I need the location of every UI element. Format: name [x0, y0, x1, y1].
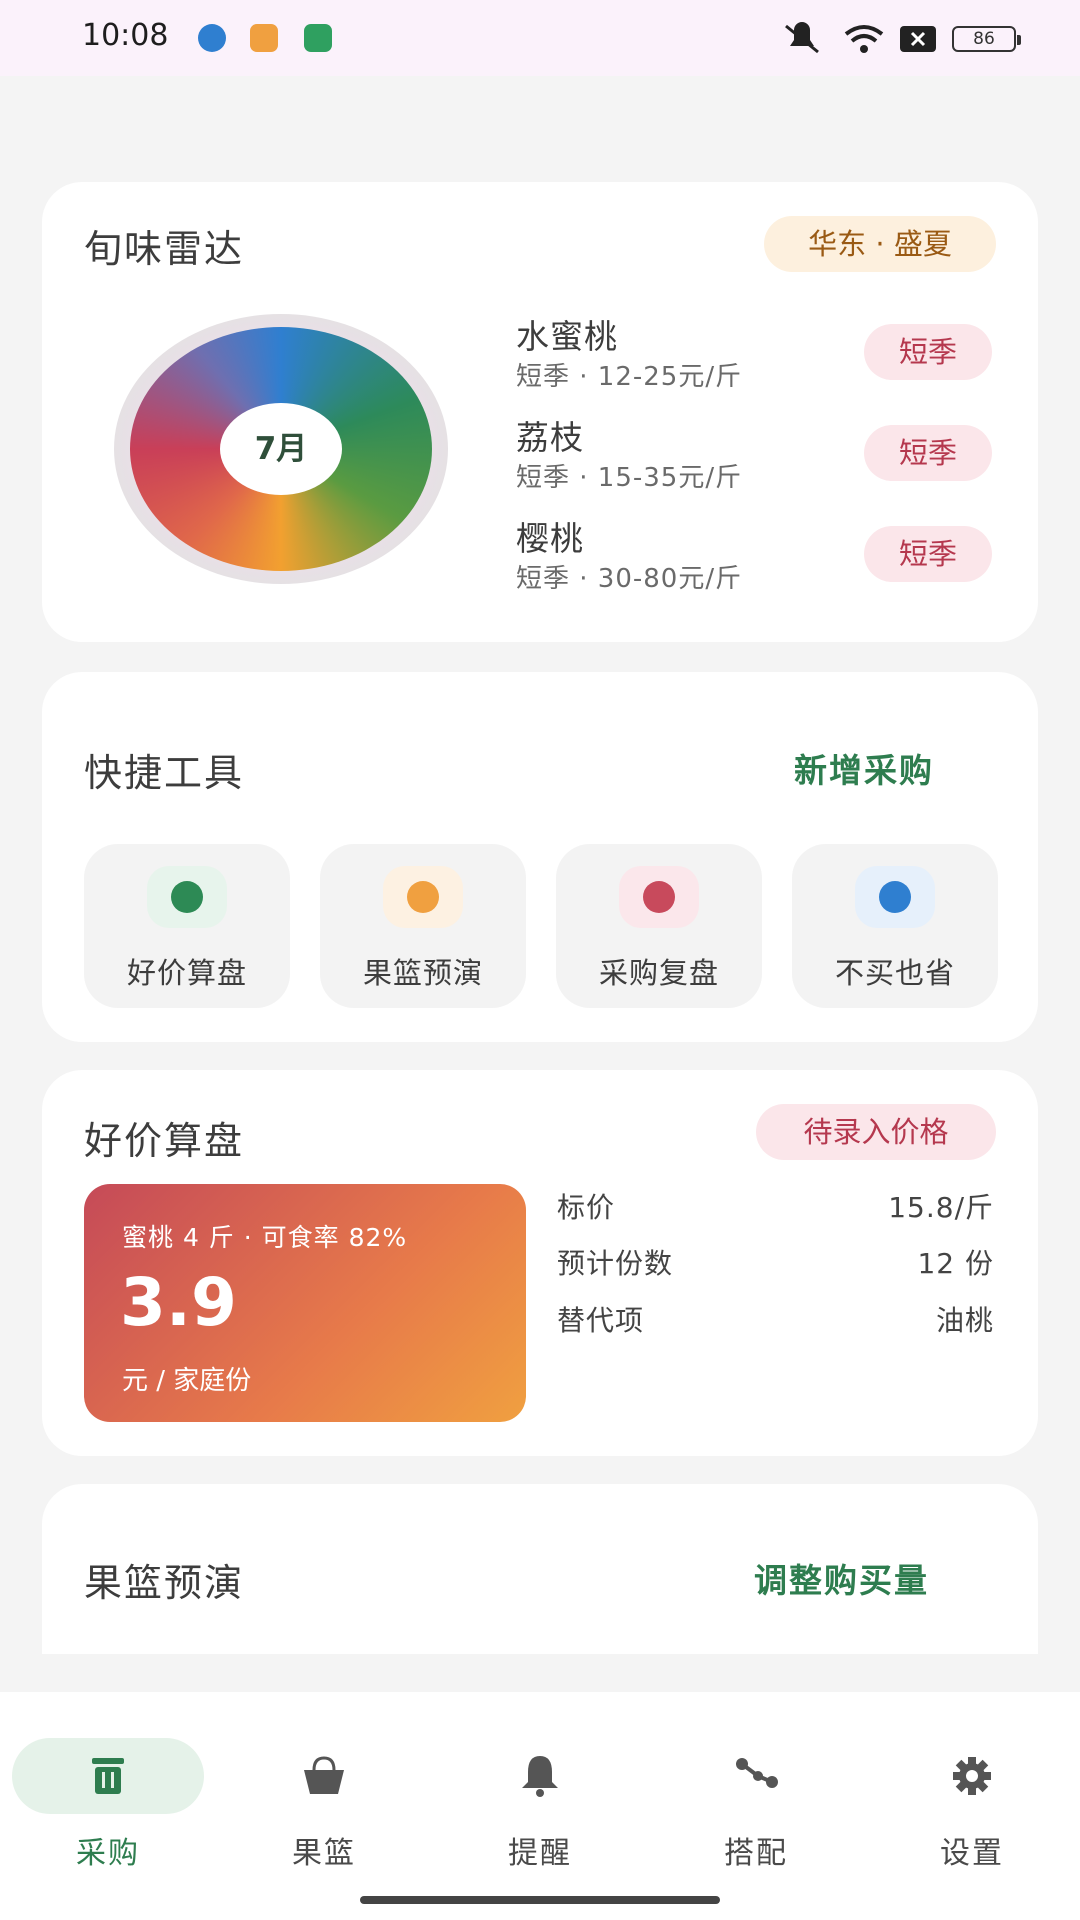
blue-dot-icon [879, 881, 911, 913]
status-bar: 10:08 86 [0, 0, 1080, 76]
status-time: 10:08 [82, 18, 169, 53]
tool-icon-bg [855, 866, 935, 928]
status-app-icon-3 [304, 24, 332, 52]
nav-label: 搭配 [724, 1836, 788, 1871]
nav-item-reminder[interactable]: 提醒 [432, 1710, 648, 1871]
price-calc-title: 好价算盘 [84, 1119, 245, 1163]
value-list-price: 15.8/斤 [888, 1191, 994, 1224]
bell-icon [522, 1756, 558, 1797]
trash-bin-icon [92, 1758, 124, 1794]
season-radar-card: 旬味雷达 华东 · 盛夏 7月 水蜜桃 短季 · 12-25元/斤 短季 荔枝 … [42, 182, 1038, 642]
basket-title: 果篮预演 [84, 1561, 245, 1605]
quick-tools-card: 快捷工具 新增采购 好价算盘 果篮预演 采购复盘 不买也省 [42, 672, 1038, 1042]
nav-item-pairing[interactable]: 搭配 [648, 1710, 864, 1871]
nav-label: 果篮 [292, 1836, 356, 1871]
basket-icon [304, 1756, 344, 1794]
tool-icon-bg [619, 866, 699, 928]
tool-icon-bg [147, 866, 227, 928]
short-season-tag: 短季 [864, 425, 992, 481]
tool-price-calculator[interactable]: 好价算盘 [84, 844, 290, 1008]
basket-preview-card: 果篮预演 调整购买量 [42, 1484, 1038, 1654]
tool-basket-preview[interactable]: 果篮预演 [320, 844, 526, 1008]
adjust-quantity-link[interactable]: 调整购买量 [754, 1554, 929, 1602]
nav-label: 提醒 [508, 1836, 572, 1871]
value-servings: 12 份 [917, 1247, 994, 1280]
bottom-navigation: 采购 果篮 提醒 搭配 设置 [0, 1692, 1080, 1920]
add-purchase-link[interactable]: 新增采购 [794, 744, 934, 792]
nav-item-basket[interactable]: 果篮 [216, 1710, 432, 1871]
orange-dot-icon [407, 881, 439, 913]
green-dot-icon [171, 881, 203, 913]
nav-item-purchase[interactable]: 采购 [0, 1710, 216, 1871]
battery-indicator: 86 [952, 26, 1021, 52]
region-season-badge[interactable]: 华东 · 盛夏 [764, 216, 996, 272]
price-box-subtitle: 蜜桃 4 斤 · 可食率 82% [122, 1223, 408, 1252]
mute-icon [785, 22, 819, 54]
value-alternative: 油桃 [935, 1304, 994, 1337]
price-per-serving: 3.9 [120, 1264, 237, 1341]
home-indicator[interactable] [360, 1896, 720, 1904]
fruit-meta: 短季 · 12-25元/斤 [516, 362, 743, 392]
price-unit: 元 / 家庭份 [122, 1366, 252, 1396]
fruit-meta: 短季 · 15-35元/斤 [516, 463, 743, 493]
radar-title: 旬味雷达 [84, 227, 245, 271]
wifi-icon [844, 25, 884, 53]
per-serving-price-box[interactable]: 蜜桃 4 斤 · 可食率 82% 3.9 元 / 家庭份 [84, 1184, 526, 1422]
tool-label: 不买也省 [834, 956, 955, 990]
short-season-tag: 短季 [864, 324, 992, 380]
tool-icon-bg [383, 866, 463, 928]
tool-skip-and-save[interactable]: 不买也省 [792, 844, 998, 1008]
short-season-tag: 短季 [864, 526, 992, 582]
quick-tools-title: 快捷工具 [84, 751, 245, 795]
price-calculator-card: 好价算盘 待录入价格 蜜桃 4 斤 · 可食率 82% 3.9 元 / 家庭份 … [42, 1070, 1038, 1456]
tool-purchase-review[interactable]: 采购复盘 [556, 844, 762, 1008]
label-list-price: 标价 [557, 1191, 616, 1224]
status-app-icon-2 [250, 24, 278, 52]
pending-price-badge[interactable]: 待录入价格 [756, 1104, 996, 1160]
fruit-name: 水蜜桃 [516, 317, 618, 356]
nav-label: 设置 [940, 1836, 1004, 1871]
month-label: 7月 [220, 403, 342, 495]
nav-item-settings[interactable]: 设置 [864, 1710, 1080, 1871]
fruit-meta: 短季 · 30-80元/斤 [516, 564, 743, 594]
tool-label: 果篮预演 [362, 956, 483, 990]
fruit-name: 樱桃 [516, 519, 584, 558]
red-dot-icon [643, 881, 675, 913]
tool-label: 好价算盘 [126, 956, 247, 990]
tool-label: 采购复盘 [598, 956, 719, 990]
share-nodes-icon [736, 1758, 778, 1788]
fruit-name: 荔枝 [516, 418, 584, 457]
status-app-icon-1 [198, 24, 226, 52]
gear-icon [953, 1757, 991, 1795]
label-servings: 预计份数 [557, 1247, 674, 1280]
nav-label: 采购 [76, 1836, 140, 1871]
label-alternative: 替代项 [557, 1304, 645, 1337]
sim-icon [900, 26, 936, 52]
